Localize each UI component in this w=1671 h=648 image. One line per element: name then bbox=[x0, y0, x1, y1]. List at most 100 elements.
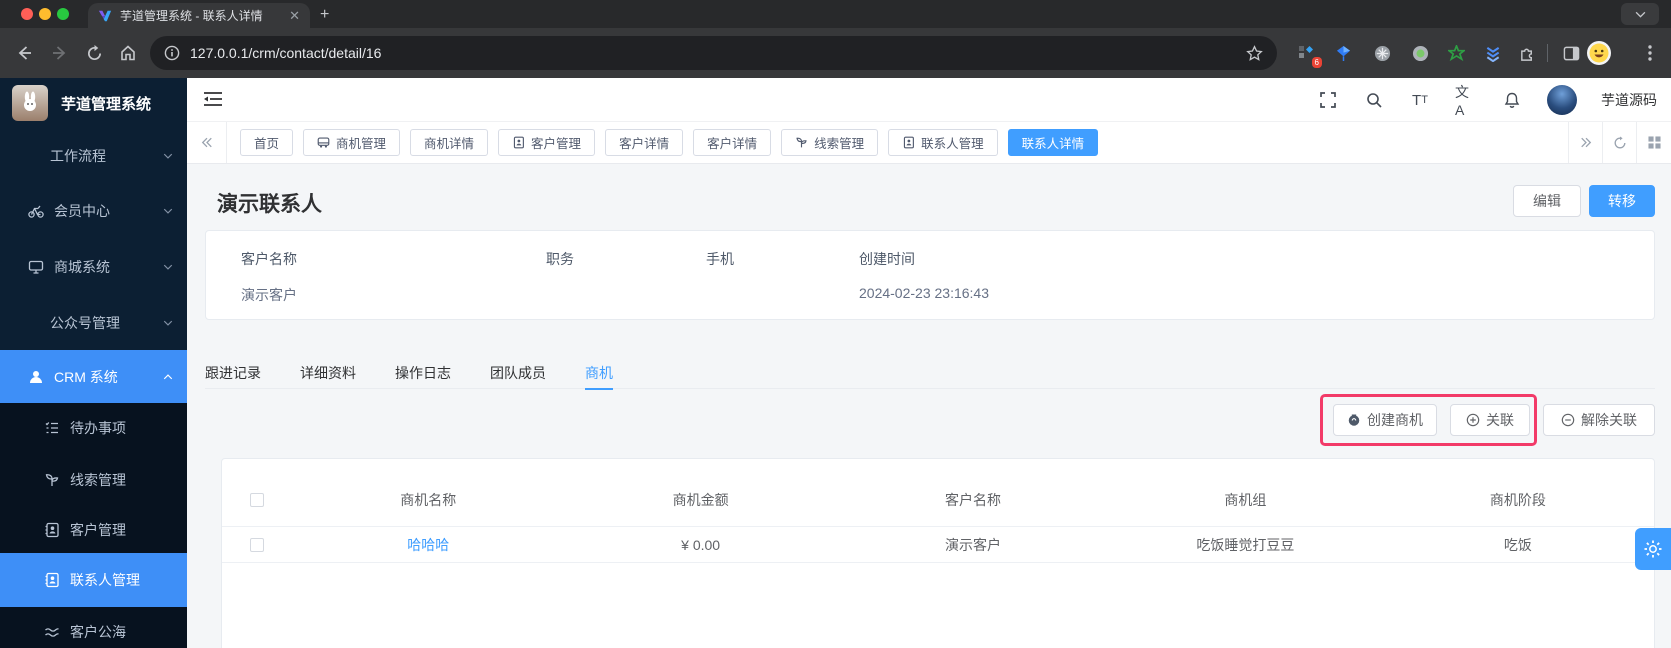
search-icon[interactable] bbox=[1363, 89, 1385, 111]
scroll-tags-right-icon[interactable] bbox=[1568, 122, 1602, 163]
opportunity-icon bbox=[1347, 413, 1361, 427]
business-stage-cell: 吃饭 bbox=[1503, 536, 1532, 553]
edit-button[interactable]: 编辑 bbox=[1513, 185, 1581, 217]
url-bar[interactable]: 127.0.0.1/crm/contact/detail/16 bbox=[150, 36, 1277, 70]
sidebar-item-label: 客户管理 bbox=[70, 521, 126, 538]
sea-icon bbox=[44, 624, 60, 640]
sidebar-item-label: CRM 系统 bbox=[54, 368, 118, 385]
tag-business-detail[interactable]: 商机详情 bbox=[410, 129, 489, 156]
business-group-cell: 吃饭睡觉打豆豆 bbox=[1196, 536, 1295, 553]
sidebar-item-official-account[interactable]: 公众号管理 bbox=[0, 295, 187, 350]
customer-name-cell: 演示客户 bbox=[945, 536, 1002, 553]
site-info-icon[interactable] bbox=[164, 45, 180, 61]
extension-with-badge-icon[interactable]: 6 bbox=[1296, 43, 1322, 68]
sidebar-item-workflow[interactable]: 工作流程 bbox=[0, 128, 187, 183]
sidebar-item-customer[interactable]: 客户管理 bbox=[0, 506, 187, 553]
business-table-card: 商机名称 商机金额 客户名称 商机组 商机阶段 哈哈哈 ¥ 0.00 演示客户 … bbox=[221, 458, 1655, 648]
gray-circle-extension-icon[interactable] bbox=[1372, 43, 1392, 63]
fullscreen-icon[interactable] bbox=[1317, 89, 1339, 111]
new-tab-button[interactable]: + bbox=[320, 4, 329, 26]
tag-business-manage[interactable]: 商机管理 bbox=[303, 129, 401, 156]
url-text: 127.0.0.1/crm/contact/detail/16 bbox=[190, 45, 382, 61]
bookmark-star-icon[interactable] bbox=[1246, 44, 1263, 62]
tab-follow-records[interactable]: 跟进记录 bbox=[205, 358, 261, 389]
sidebar-item-mall-system[interactable]: 商城系统 bbox=[0, 239, 187, 295]
create-business-button[interactable]: 创建商机 bbox=[1333, 404, 1437, 436]
home-icon[interactable] bbox=[116, 41, 140, 65]
sidebar-item-todo[interactable]: 待办事项 bbox=[0, 403, 187, 453]
tag-customer-detail[interactable]: 客户详情 bbox=[605, 129, 684, 156]
tag-home[interactable]: 首页 bbox=[240, 129, 294, 156]
green-dot-extension-icon[interactable] bbox=[1410, 43, 1430, 63]
chevron-down-icon bbox=[163, 320, 173, 326]
link-button[interactable]: 关联 bbox=[1450, 404, 1530, 436]
language-icon[interactable]: 文A bbox=[1455, 84, 1477, 118]
sidebar-item-label: 会员中心 bbox=[54, 203, 110, 219]
business-name-link[interactable]: 哈哈哈 bbox=[292, 535, 564, 555]
close-tab-icon[interactable]: ✕ bbox=[289, 8, 300, 24]
reload-icon[interactable] bbox=[82, 41, 106, 65]
app-topbar: TT 文A 芋道源码 bbox=[187, 78, 1671, 122]
back-icon[interactable] bbox=[12, 41, 36, 65]
blue-chevrons-extension-icon[interactable] bbox=[1483, 43, 1503, 63]
close-window-button[interactable] bbox=[21, 8, 33, 20]
main: TT 文A 芋道源码 首页 商机管理 商机详情 客户管理 客户详情 客户详情 线… bbox=[187, 78, 1671, 648]
column-business-stage: 商机阶段 bbox=[1489, 491, 1546, 508]
toolbar-divider bbox=[1547, 44, 1548, 62]
scroll-tags-left-icon[interactable] bbox=[187, 122, 227, 163]
page-title: 演示联系人 bbox=[217, 193, 322, 216]
info-label-customer-name: 客户名称 bbox=[241, 251, 297, 267]
green-star-extension-icon[interactable] bbox=[1446, 43, 1466, 63]
tab-team-members[interactable]: 团队成员 bbox=[490, 358, 546, 389]
tag-customer-manage[interactable]: 客户管理 bbox=[498, 129, 596, 156]
sidebar-item-crm-system[interactable]: CRM 系统 bbox=[0, 350, 187, 403]
fold-menu-icon[interactable] bbox=[203, 90, 223, 108]
sidebar-item-clue[interactable]: 线索管理 bbox=[0, 453, 187, 506]
tag-contact-detail[interactable]: 联系人详情 bbox=[1007, 129, 1099, 156]
sidebar-item-contact[interactable]: 联系人管理 bbox=[0, 553, 187, 607]
sidebar-item-member-center[interactable]: 会员中心 bbox=[0, 183, 187, 239]
username[interactable]: 芋道源码 bbox=[1601, 90, 1657, 110]
refresh-tag-icon[interactable] bbox=[1602, 122, 1636, 163]
unlink-button[interactable]: 解除关联 bbox=[1543, 404, 1655, 436]
zoom-window-button[interactable] bbox=[57, 8, 69, 20]
profile-avatar-icon[interactable] bbox=[1586, 40, 1612, 66]
transfer-button[interactable]: 转移 bbox=[1589, 185, 1655, 217]
minus-circle-icon bbox=[1561, 413, 1575, 427]
tag-layout-grid-icon[interactable] bbox=[1636, 122, 1671, 163]
tag-contact-manage[interactable]: 联系人管理 bbox=[888, 129, 998, 156]
notification-bell-icon[interactable] bbox=[1501, 89, 1523, 111]
row-checkbox[interactable] bbox=[250, 537, 264, 552]
browser-tab[interactable]: 芋道管理系统 - 联系人详情 ✕ bbox=[88, 3, 310, 28]
chrome-menu-kebab-icon[interactable] bbox=[1640, 43, 1660, 63]
plus-circle-icon bbox=[1466, 413, 1480, 427]
screen: 芋道管理系统 - 联系人详情 ✕ + 127.0.0.1/crm/contact… bbox=[0, 0, 1671, 648]
clue-icon bbox=[795, 136, 808, 149]
info-label-position: 职务 bbox=[546, 251, 574, 267]
settings-gear-button[interactable] bbox=[1635, 528, 1671, 570]
forward-icon[interactable] bbox=[48, 41, 72, 65]
side-panel-icon[interactable] bbox=[1561, 43, 1581, 63]
contact-book-icon bbox=[902, 136, 915, 149]
tab-operation-log[interactable]: 操作日志 bbox=[395, 358, 451, 389]
gear-icon bbox=[1644, 540, 1662, 558]
detail-tabs: 跟进记录 详细资料 操作日志 团队成员 商机 bbox=[205, 358, 1655, 390]
contact-book-icon bbox=[44, 572, 60, 588]
extensions-puzzle-icon[interactable] bbox=[1517, 43, 1537, 63]
blue-pin-extension-icon[interactable] bbox=[1333, 43, 1353, 63]
column-customer-name: 客户名称 bbox=[945, 491, 1002, 508]
tab-search-chevron[interactable] bbox=[1621, 3, 1659, 25]
column-business-amount: 商机金额 bbox=[672, 491, 729, 508]
tag-clue-manage[interactable]: 线索管理 bbox=[781, 129, 879, 156]
sidebar-item-customer-pool[interactable]: 客户公海 bbox=[0, 607, 187, 648]
tab-business[interactable]: 商机 bbox=[585, 358, 613, 390]
tab-detail-info[interactable]: 详细资料 bbox=[300, 358, 356, 389]
font-size-icon[interactable]: TT bbox=[1409, 89, 1431, 111]
tag-customer-detail-2[interactable]: 客户详情 bbox=[693, 129, 772, 156]
logo-row[interactable]: 芋道管理系统 bbox=[0, 78, 187, 128]
table-header-row: 商机名称 商机金额 客户名称 商机组 商机阶段 bbox=[222, 473, 1654, 527]
select-all-checkbox[interactable] bbox=[250, 492, 264, 507]
user-avatar[interactable] bbox=[1547, 85, 1577, 115]
sidebar-item-label: 线索管理 bbox=[70, 471, 126, 488]
minimize-window-button[interactable] bbox=[39, 8, 51, 20]
